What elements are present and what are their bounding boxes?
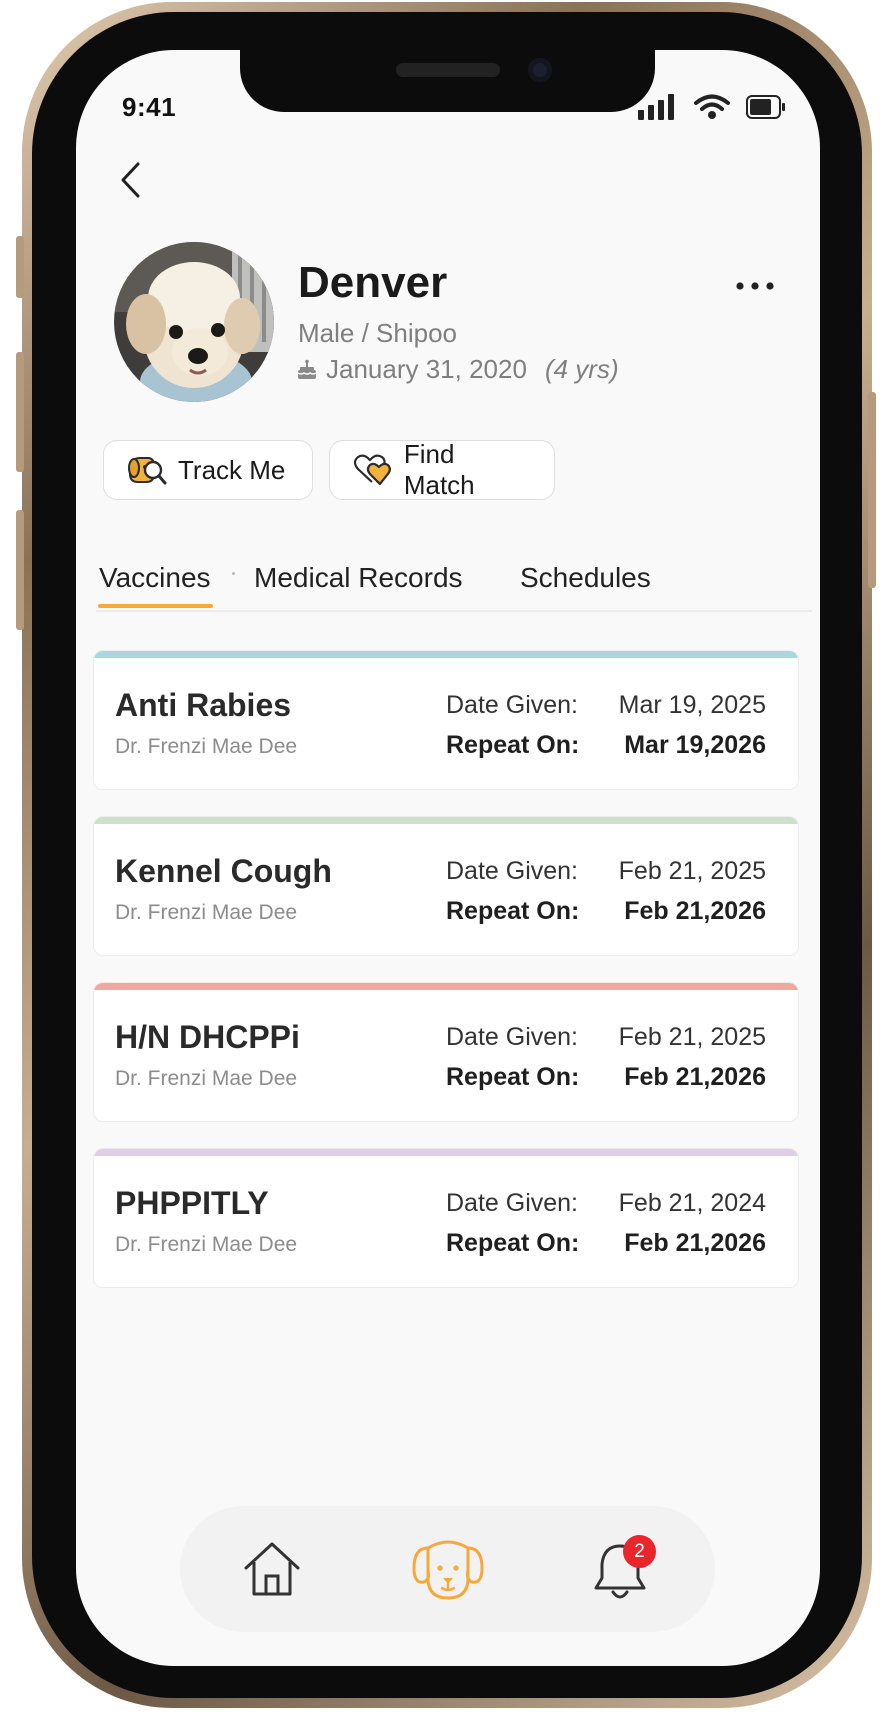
card-color-bar (94, 1149, 798, 1156)
card-color-bar (94, 983, 798, 990)
pet-birthday: January 31, 2020 (326, 354, 527, 384)
repeat-on-value: Mar 19,2026 (624, 731, 766, 759)
repeat-on-value: Feb 21,2026 (624, 897, 766, 925)
tab-dot (232, 572, 235, 575)
wifi-icon (694, 94, 730, 119)
vaccine-doctor: Dr. Frenzi Mae Dee (115, 735, 298, 758)
track-me-button[interactable]: Track Me (103, 440, 313, 500)
tab-schedules[interactable]: Schedules (520, 562, 651, 594)
date-given-value: Mar 19, 2025 (618, 691, 766, 719)
repeat-on-value: Feb 21,2026 (624, 1229, 766, 1257)
repeat-on-label: Repeat On: (446, 897, 580, 925)
date-given-label: Date Given: (446, 857, 579, 885)
vaccine-doctor: Dr. Frenzi Mae Dee (115, 1233, 298, 1256)
tab-divider (96, 610, 812, 612)
notch (240, 50, 655, 112)
date-given-label: Date Given: (446, 1189, 579, 1217)
tab-vaccines[interactable]: Vaccines (99, 562, 211, 594)
pet-birthday-row: January 31, 2020 (4 yrs) (296, 354, 619, 385)
mute-switch (16, 236, 24, 298)
pet-sex-breed: Male / Shipoo (298, 318, 457, 348)
vaccine-card[interactable]: PHPPITLY Dr. Frenzi Mae Dee Date Given: … (93, 1148, 799, 1288)
vaccine-doctor: Dr. Frenzi Mae Dee (115, 901, 298, 924)
volume-up-button (16, 352, 24, 472)
front-camera (528, 58, 552, 82)
pet-age: (4 yrs) (544, 354, 619, 384)
notification-badge: 2 (623, 1535, 656, 1568)
vaccine-card[interactable]: Kennel Cough Dr. Frenzi Mae Dee Date Giv… (93, 816, 799, 956)
earpiece-speaker (396, 63, 500, 77)
date-given-value: Feb 21, 2024 (618, 1189, 766, 1217)
volume-down-button (16, 510, 24, 630)
vaccine-name: Kennel Cough (115, 853, 332, 889)
vaccine-name: PHPPITLY (115, 1185, 269, 1221)
hearts-icon (353, 454, 391, 486)
back-chevron-icon[interactable] (118, 160, 144, 200)
repeat-on-label: Repeat On: (446, 1229, 580, 1257)
cellular-signal-icon (638, 94, 674, 120)
home-icon[interactable] (240, 1536, 304, 1600)
card-color-bar (94, 651, 798, 658)
vaccine-card[interactable]: H/N DHCPPi Dr. Frenzi Mae Dee Date Given… (93, 982, 799, 1122)
battery-icon (746, 95, 785, 119)
repeat-on-value: Feb 21,2026 (624, 1063, 766, 1091)
vaccine-name: Anti Rabies (115, 687, 292, 723)
date-given-label: Date Given: (446, 691, 579, 719)
dog-search-icon (128, 457, 167, 485)
date-given-value: Feb 21, 2025 (618, 1023, 766, 1051)
vaccine-doctor: Dr. Frenzi Mae Dee (115, 1067, 298, 1090)
vaccine-name: H/N DHCPPi (115, 1019, 300, 1055)
birthday-cake-icon (297, 359, 317, 379)
active-tab-indicator (98, 604, 213, 608)
date-given-label: Date Given: (446, 1023, 579, 1051)
power-button (868, 392, 876, 588)
track-me-label: Track Me (178, 454, 286, 485)
find-match-label: Find Match (403, 439, 475, 500)
date-given-value: Feb 21, 2025 (618, 857, 766, 885)
find-match-button[interactable]: Find Match (329, 439, 555, 500)
vaccine-card[interactable]: Anti Rabies Dr. Frenzi Mae Dee Date Give… (93, 650, 799, 790)
dog-icon[interactable] (410, 1534, 486, 1602)
pet-name: Denver (298, 258, 448, 307)
avatar (114, 242, 274, 402)
status-time: 9:41 (122, 92, 177, 122)
repeat-on-label: Repeat On: (446, 731, 580, 759)
card-color-bar (94, 817, 798, 824)
repeat-on-label: Repeat On: (446, 1063, 580, 1091)
tab-medical-records[interactable]: Medical Records (254, 562, 463, 594)
more-options-icon[interactable] (734, 280, 776, 292)
